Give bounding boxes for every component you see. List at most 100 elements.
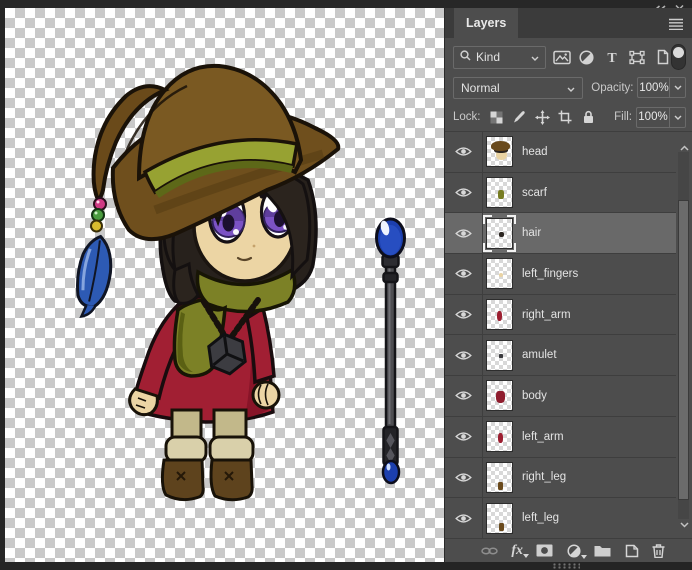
chevron-down-icon bbox=[531, 48, 539, 66]
eye-icon bbox=[455, 310, 472, 319]
layer-style-fx-icon[interactable]: fx bbox=[511, 542, 530, 558]
layer-thumbnail[interactable] bbox=[486, 299, 513, 331]
search-icon bbox=[460, 48, 471, 66]
layer-visibility-toggle[interactable] bbox=[445, 457, 483, 498]
eye-icon bbox=[455, 432, 472, 441]
layer-row-hair[interactable]: hair bbox=[445, 213, 676, 255]
window-bottom-strip bbox=[0, 562, 692, 570]
filter-kind-dropdown[interactable]: Kind bbox=[453, 45, 547, 69]
layer-visibility-toggle[interactable] bbox=[445, 172, 483, 213]
layer-row-left_fingers[interactable]: left_fingers bbox=[445, 254, 676, 295]
eye-icon bbox=[455, 229, 472, 238]
link-layers-icon[interactable] bbox=[481, 546, 498, 556]
pixel-layer-filter-icon[interactable] bbox=[552, 49, 571, 66]
layer-visibility-toggle[interactable] bbox=[445, 376, 483, 416]
layer-thumbnail[interactable] bbox=[486, 258, 513, 290]
blend-mode-dropdown[interactable]: Normal bbox=[453, 76, 584, 99]
hat-charm-art bbox=[76, 197, 113, 318]
thumbnail-art-mark bbox=[499, 522, 504, 531]
layer-row-left_arm[interactable]: left_arm bbox=[445, 416, 676, 458]
layer-row-amulet[interactable]: amulet bbox=[445, 335, 676, 377]
layer-thumbnail[interactable] bbox=[486, 339, 513, 371]
tab-layers-label: Layers bbox=[466, 16, 507, 30]
fill-value-field[interactable]: 100% bbox=[636, 106, 669, 128]
thumbnail-art-mark bbox=[499, 353, 503, 358]
layer-row-left_leg[interactable]: left_leg bbox=[445, 498, 676, 539]
new-adjustment-layer-icon[interactable] bbox=[567, 543, 587, 559]
lock-all-icon[interactable] bbox=[581, 110, 596, 125]
eye-icon bbox=[455, 513, 472, 523]
layer-thumbnail[interactable] bbox=[486, 421, 513, 453]
layer-name[interactable]: left_arm bbox=[522, 431, 564, 443]
layer-row-head[interactable]: head bbox=[445, 132, 676, 173]
eye-icon bbox=[455, 391, 472, 401]
scrollbar-thumb[interactable] bbox=[678, 200, 689, 500]
thumbnail-art-mark bbox=[497, 311, 502, 322]
lock-artboard-nesting-icon[interactable] bbox=[558, 110, 573, 125]
layer-name[interactable]: amulet bbox=[522, 349, 557, 361]
opacity-value-field[interactable]: 100% bbox=[637, 77, 670, 98]
selection-bracket bbox=[507, 214, 516, 224]
layer-row-body[interactable]: body bbox=[445, 376, 676, 417]
scroll-down-icon[interactable] bbox=[680, 515, 689, 533]
fill-label: Fill: bbox=[614, 111, 632, 123]
layer-name[interactable]: body bbox=[522, 390, 547, 402]
shape-layer-filter-icon[interactable] bbox=[627, 49, 646, 66]
eye-icon bbox=[455, 188, 472, 197]
layer-thumbnail[interactable] bbox=[486, 380, 513, 412]
type-layer-filter-icon[interactable]: T bbox=[602, 49, 621, 66]
lock-image-pixels-icon[interactable] bbox=[512, 110, 527, 125]
fill-dropdown-icon[interactable] bbox=[669, 106, 686, 128]
fx-label: fx bbox=[511, 542, 524, 558]
layer-list: head scarf hair left_fingers right_arm a… bbox=[445, 131, 692, 539]
lock-transparent-pixels-icon[interactable] bbox=[489, 110, 504, 125]
eye-icon bbox=[455, 351, 472, 360]
layer-name[interactable]: right_leg bbox=[522, 471, 566, 483]
layer-name[interactable]: left_fingers bbox=[522, 268, 578, 280]
layer-thumbnail[interactable] bbox=[486, 502, 513, 534]
layer-visibility-toggle[interactable] bbox=[445, 254, 483, 294]
new-group-folder-icon[interactable] bbox=[594, 545, 611, 557]
layer-thumbnail[interactable] bbox=[486, 461, 513, 493]
layers-panel: Layers Kind T Normal Opacity: 100% Lock:… bbox=[444, 8, 692, 562]
scrollbar-track[interactable] bbox=[678, 152, 689, 519]
layer-visibility-toggle[interactable] bbox=[445, 132, 483, 172]
adjustment-layer-filter-icon[interactable] bbox=[577, 49, 596, 66]
layer-visibility-toggle[interactable] bbox=[445, 335, 483, 376]
layer-filter-toggle[interactable] bbox=[671, 44, 686, 70]
layer-row-scarf[interactable]: scarf bbox=[445, 172, 676, 214]
add-layer-mask-icon[interactable] bbox=[536, 544, 553, 557]
new-layer-icon[interactable] bbox=[625, 544, 639, 558]
smart-object-filter-icon[interactable] bbox=[652, 49, 671, 66]
lock-position-icon[interactable] bbox=[534, 109, 550, 125]
lock-label: Lock: bbox=[453, 111, 481, 123]
delete-layer-icon[interactable] bbox=[652, 543, 665, 558]
layer-visibility-toggle[interactable] bbox=[445, 416, 483, 457]
thumbnail-art-mark bbox=[498, 433, 503, 444]
eye-icon bbox=[455, 147, 472, 156]
opacity-dropdown-icon[interactable] bbox=[669, 77, 687, 98]
document-canvas[interactable] bbox=[5, 8, 444, 562]
tab-layers[interactable]: Layers bbox=[454, 8, 519, 38]
character-art bbox=[76, 63, 341, 502]
layer-visibility-toggle[interactable] bbox=[445, 213, 483, 254]
layer-name[interactable]: head bbox=[522, 146, 548, 158]
blend-mode-value: Normal bbox=[461, 80, 500, 95]
layer-name[interactable]: right_arm bbox=[522, 309, 571, 321]
svg-text:T: T bbox=[607, 51, 617, 64]
selection-bracket bbox=[507, 242, 516, 252]
layer-thumbnail[interactable] bbox=[486, 177, 513, 209]
layer-visibility-toggle[interactable] bbox=[445, 498, 483, 538]
panel-resize-grip[interactable] bbox=[552, 563, 580, 569]
selection-bracket bbox=[483, 242, 492, 252]
layer-name[interactable]: left_leg bbox=[522, 512, 559, 524]
thumbnail-art-mark bbox=[491, 141, 510, 152]
layer-row-right_leg[interactable]: right_leg bbox=[445, 457, 676, 499]
layer-name[interactable]: scarf bbox=[522, 187, 547, 199]
layer-row-right_arm[interactable]: right_arm bbox=[445, 294, 676, 336]
layer-name[interactable]: hair bbox=[522, 227, 541, 239]
thumbnail-art-mark bbox=[499, 231, 504, 237]
layer-visibility-toggle[interactable] bbox=[445, 294, 483, 335]
panel-menu-icon[interactable] bbox=[669, 17, 683, 35]
layer-thumbnail[interactable] bbox=[486, 136, 513, 168]
